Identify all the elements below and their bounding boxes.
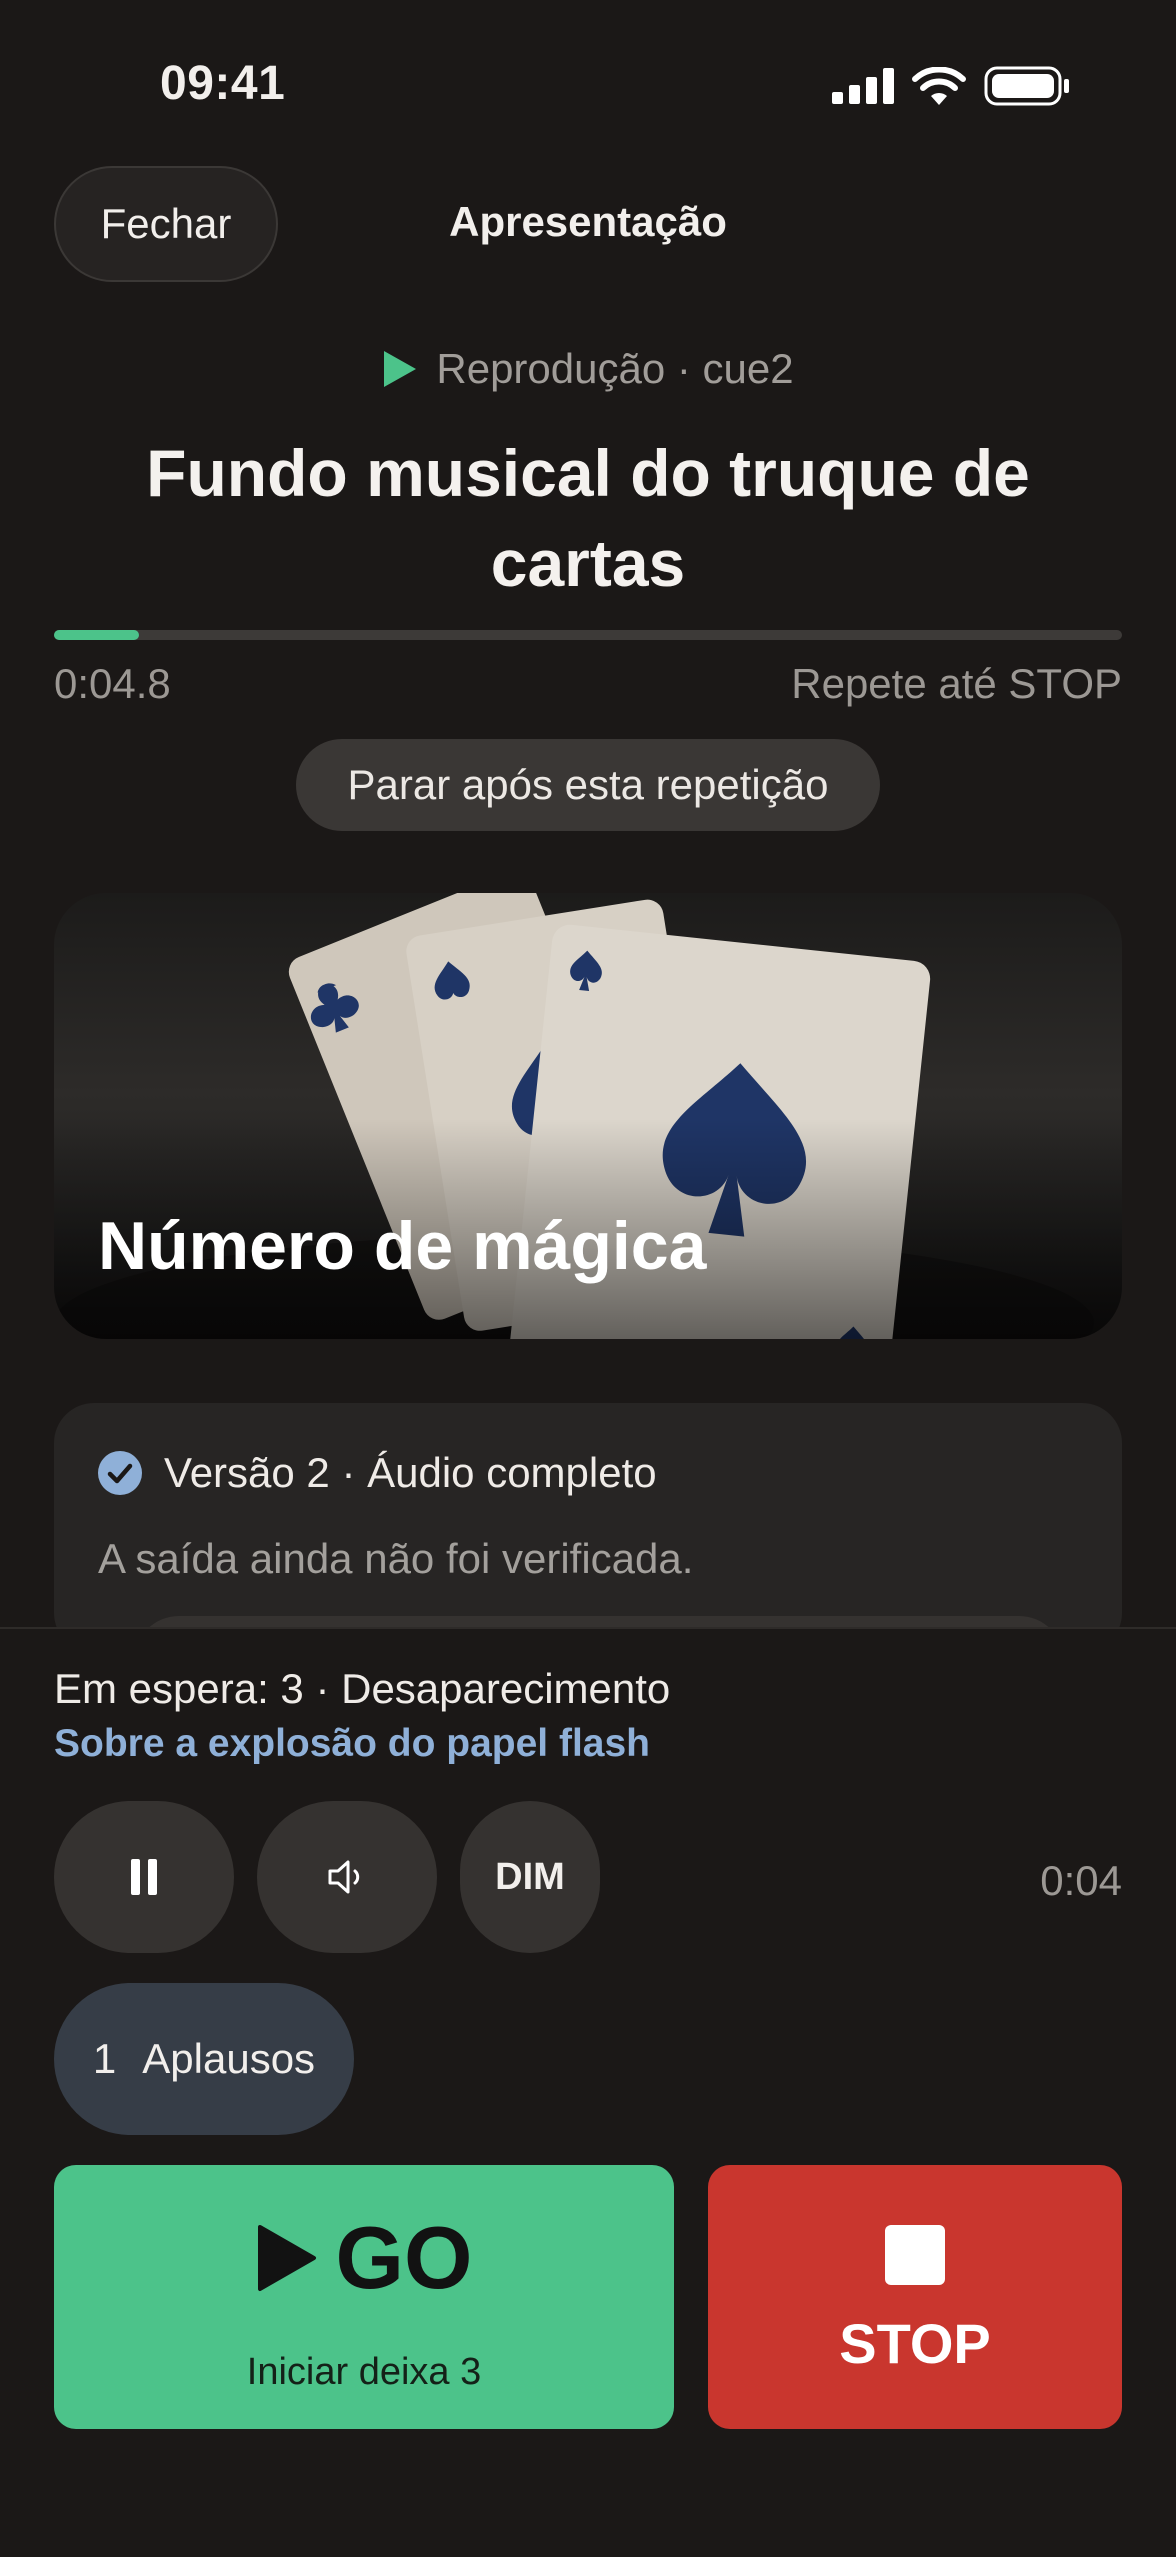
go-row: GO xyxy=(54,2207,674,2309)
checkmark-circle-icon xyxy=(98,1451,142,1495)
progress-bar[interactable] xyxy=(54,630,1122,640)
version-row: Versão 2 · Áudio completo xyxy=(98,1449,657,1497)
go-button[interactable]: GO Iniciar deixa 3 xyxy=(54,2165,674,2429)
preset-number: 1 xyxy=(92,2035,117,2082)
cue-image-card: Número de mágica xyxy=(54,893,1122,1339)
image-card-title: Número de mágica xyxy=(98,1208,707,1284)
go-sublabel: Iniciar deixa 3 xyxy=(246,2351,482,2393)
preset-label: Aplausos xyxy=(142,2035,316,2082)
version-label: Versão 2 · Áudio completo xyxy=(164,1449,657,1496)
version-note: A saída ainda não foi verificada. xyxy=(98,1535,694,1582)
go-label: GO xyxy=(335,2208,473,2307)
stop-button[interactable]: STOP xyxy=(708,2165,1122,2429)
pause-icon xyxy=(131,1859,157,1895)
progress-fill xyxy=(54,630,140,640)
play-icon xyxy=(384,351,417,387)
status-icons xyxy=(832,66,1070,106)
next-cue-line: Em espera: 3 · Desaparecimento xyxy=(54,1665,671,1712)
cellular-signal-icon xyxy=(832,68,894,104)
loop-info: Repete até STOP xyxy=(791,660,1122,707)
now-playing-state: Reprodução · cue2 xyxy=(0,345,1176,393)
pause-button[interactable] xyxy=(54,1801,234,1953)
remaining-time: 0:04 xyxy=(1040,1857,1122,1904)
stop-after-repeat-button[interactable]: Parar após esta repetição xyxy=(296,739,880,831)
wifi-icon xyxy=(912,67,966,105)
volume-button[interactable] xyxy=(257,1801,437,1953)
now-playing-label: Reprodução · cue2 xyxy=(436,345,794,392)
cue-title: Fundo musical do truque de cartas xyxy=(146,436,1030,600)
version-card[interactable]: Versão 2 · Áudio completo A saída ainda … xyxy=(54,1403,1122,1653)
play-icon xyxy=(257,2225,316,2291)
stop-label: STOP xyxy=(839,2312,991,2375)
stop-icon xyxy=(885,2225,945,2285)
status-time: 09:41 xyxy=(160,57,286,110)
volume-icon xyxy=(328,1860,360,1894)
page-title: Apresentação xyxy=(449,198,727,245)
battery-icon xyxy=(984,66,1069,106)
elapsed-time: 0:04.8 xyxy=(54,660,171,707)
next-cue-subtitle[interactable]: Sobre a explosão do papel flash xyxy=(54,1722,650,1766)
dim-button[interactable]: DIM xyxy=(460,1801,600,1953)
preset-applause-button[interactable]: 1 Aplausos xyxy=(54,1983,354,2135)
